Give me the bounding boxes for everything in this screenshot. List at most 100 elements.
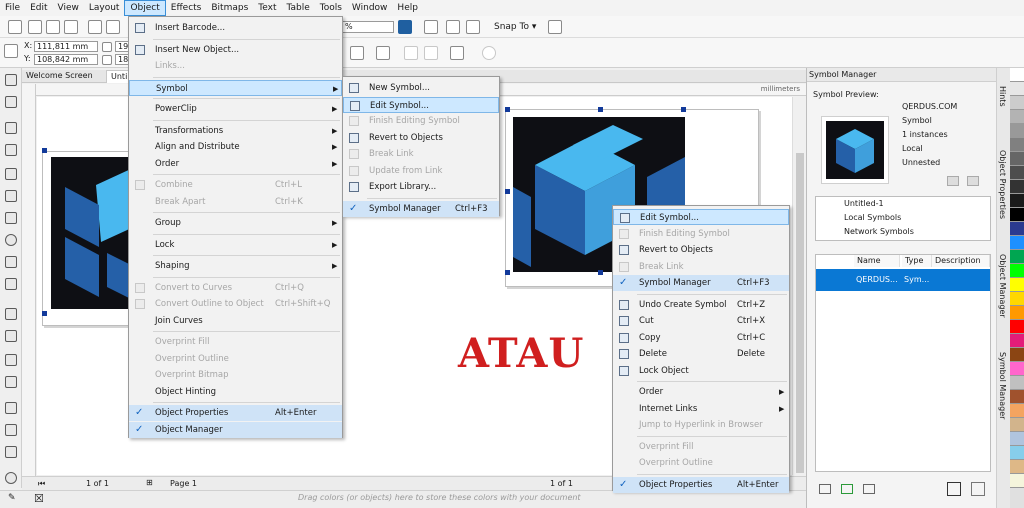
docker-tab-symbol-manager[interactable]: Symbol Manager xyxy=(998,352,1007,419)
color-swatch[interactable] xyxy=(1010,124,1024,138)
color-swatch[interactable] xyxy=(1010,82,1024,96)
color-swatch[interactable] xyxy=(1010,208,1024,222)
selection-handle[interactable] xyxy=(598,270,603,275)
menu-object[interactable]: Object xyxy=(124,0,166,16)
object-menu-item-join-curves[interactable]: Join Curves xyxy=(129,313,342,329)
docker-tab-hints[interactable]: Hints xyxy=(998,86,1007,107)
pick-tool-icon[interactable] xyxy=(5,74,17,86)
menu-effects[interactable]: Effects xyxy=(166,0,207,16)
freehand-tool-icon[interactable] xyxy=(5,168,17,180)
zoom-level-field[interactable]: % xyxy=(342,21,394,33)
context-menu-item-delete[interactable]: Delete Delete xyxy=(613,346,789,362)
interactive-fill-icon[interactable] xyxy=(5,424,17,436)
docker-tab-object-manager[interactable]: Object Manager xyxy=(998,254,1007,318)
edit-symbol-toolbar-icon[interactable] xyxy=(450,46,464,60)
context-menu-item-internet-links[interactable]: Internet Links ▶ xyxy=(613,401,789,417)
color-swatch[interactable] xyxy=(1010,432,1024,446)
tree-item-network-symbols[interactable]: Network Symbols xyxy=(844,227,914,236)
menu-table[interactable]: Table xyxy=(281,0,314,16)
object-menu-item-transformations[interactable]: Transformations ▶ xyxy=(129,123,342,139)
menu-bitmaps[interactable]: Bitmaps xyxy=(206,0,253,16)
x-position-field[interactable]: 111,811 mm xyxy=(34,41,98,52)
color-swatch[interactable] xyxy=(1010,278,1024,292)
color-swatch[interactable] xyxy=(1010,236,1024,250)
show-rulers-icon[interactable] xyxy=(424,20,438,34)
no-color-swatch-icon[interactable]: ☒ xyxy=(34,492,44,505)
selection-handle[interactable] xyxy=(42,148,47,153)
symbol-menu-item-new-symbol[interactable]: New Symbol... xyxy=(343,80,499,96)
full-screen-preview-icon[interactable] xyxy=(398,20,412,34)
color-swatch[interactable] xyxy=(1010,68,1024,82)
new-symbol-button-icon[interactable] xyxy=(819,484,831,494)
symbol-menu-item-edit-symbol[interactable]: Edit Symbol... xyxy=(343,96,499,113)
menu-window[interactable]: Window xyxy=(347,0,393,16)
snap-options-icon[interactable] xyxy=(548,20,562,34)
ellipse-tool-icon[interactable] xyxy=(5,234,17,246)
edit-symbol-button-icon[interactable] xyxy=(841,484,853,494)
context-menu-item-cut[interactable]: Cut Ctrl+X xyxy=(613,313,789,329)
color-swatch[interactable] xyxy=(1010,138,1024,152)
parallel-dimension-icon[interactable] xyxy=(5,308,17,320)
menu-view[interactable]: View xyxy=(53,0,84,16)
vertical-scrollbar[interactable] xyxy=(792,97,806,475)
object-menu-item-symbol[interactable]: Symbol ▶ xyxy=(129,79,342,96)
docker-tab-object-properties[interactable]: Object Properties xyxy=(998,150,1007,219)
new-document-icon[interactable] xyxy=(8,20,22,34)
color-swatch[interactable] xyxy=(1010,376,1024,390)
show-grid-icon[interactable] xyxy=(446,20,460,34)
zoom-to-fit-icon[interactable] xyxy=(947,482,961,496)
object-menu-item-align-and-distribute[interactable]: Align and Distribute ▶ xyxy=(129,139,342,155)
color-swatch[interactable] xyxy=(1010,194,1024,208)
snap-to-dropdown[interactable]: Snap To ▾ xyxy=(494,22,536,32)
color-swatch[interactable] xyxy=(1010,152,1024,166)
revert-symbol-button-icon[interactable] xyxy=(863,484,875,494)
polygon-tool-icon[interactable] xyxy=(5,256,17,268)
object-menu-item-object-hinting[interactable]: Object Hinting xyxy=(129,384,342,400)
vertical-ruler[interactable] xyxy=(22,84,36,476)
presets-icon[interactable] xyxy=(4,44,18,58)
object-menu-item-insert-barcode[interactable]: Insert Barcode... xyxy=(129,20,342,36)
eyedropper-icon[interactable] xyxy=(5,402,17,414)
text-tool-icon[interactable] xyxy=(5,278,17,290)
context-menu-item-symbol-manager[interactable]: ✓ Symbol Manager Ctrl+F3 xyxy=(613,275,789,291)
menu-edit[interactable]: Edit xyxy=(25,0,52,16)
tree-item-local-symbols[interactable]: Local Symbols xyxy=(844,213,901,222)
color-swatch[interactable] xyxy=(1010,418,1024,432)
tab-welcome-screen[interactable]: Welcome Screen xyxy=(22,70,97,83)
height-field[interactable]: 18 xyxy=(115,54,129,65)
selection-handle[interactable] xyxy=(42,311,47,316)
context-menu-item-order[interactable]: Order ▶ xyxy=(613,384,789,400)
color-swatch[interactable] xyxy=(1010,250,1024,264)
object-menu-item-lock[interactable]: Lock ▶ xyxy=(129,237,342,253)
transparency-tool-icon[interactable] xyxy=(5,376,17,388)
context-menu-item-lock-object[interactable]: Lock Object xyxy=(613,363,789,379)
color-swatch[interactable] xyxy=(1010,362,1024,376)
column-type[interactable]: Type xyxy=(902,255,932,267)
color-swatch[interactable] xyxy=(1010,222,1024,236)
object-menu-item-group[interactable]: Group ▶ xyxy=(129,215,342,231)
first-page-icon[interactable]: ⏮ xyxy=(38,479,45,489)
symbol-menu-item-revert-to-objects[interactable]: Revert to Objects xyxy=(343,130,499,146)
color-swatch[interactable] xyxy=(1010,474,1024,488)
color-swatch[interactable] xyxy=(1010,390,1024,404)
color-swatch[interactable] xyxy=(1010,320,1024,334)
symbol-row[interactable]: QERDUS... Sym... xyxy=(816,269,990,291)
import-symbol-icon[interactable] xyxy=(947,176,959,186)
color-swatch[interactable] xyxy=(1010,110,1024,124)
color-swatch[interactable] xyxy=(1010,264,1024,278)
menu-layout[interactable]: Layout xyxy=(84,0,125,16)
export-symbol-icon[interactable] xyxy=(967,176,979,186)
selection-handle[interactable] xyxy=(681,107,686,112)
rectangle-tool-icon[interactable] xyxy=(5,212,17,224)
context-menu-item-revert-to-objects[interactable]: Revert to Objects xyxy=(613,242,789,258)
selection-handle[interactable] xyxy=(598,107,603,112)
add-page-icon[interactable]: ⊞ xyxy=(146,478,153,487)
show-guidelines-icon[interactable] xyxy=(466,20,480,34)
zoom-tool-icon[interactable] xyxy=(5,144,17,156)
delete-symbol-icon[interactable] xyxy=(971,482,985,496)
color-swatch[interactable] xyxy=(1010,180,1024,194)
context-menu-item-copy[interactable]: Copy Ctrl+C xyxy=(613,330,789,346)
connector-tool-icon[interactable] xyxy=(5,330,17,342)
object-menu-item-shaping[interactable]: Shaping ▶ xyxy=(129,258,342,274)
selection-handle[interactable] xyxy=(505,107,510,112)
